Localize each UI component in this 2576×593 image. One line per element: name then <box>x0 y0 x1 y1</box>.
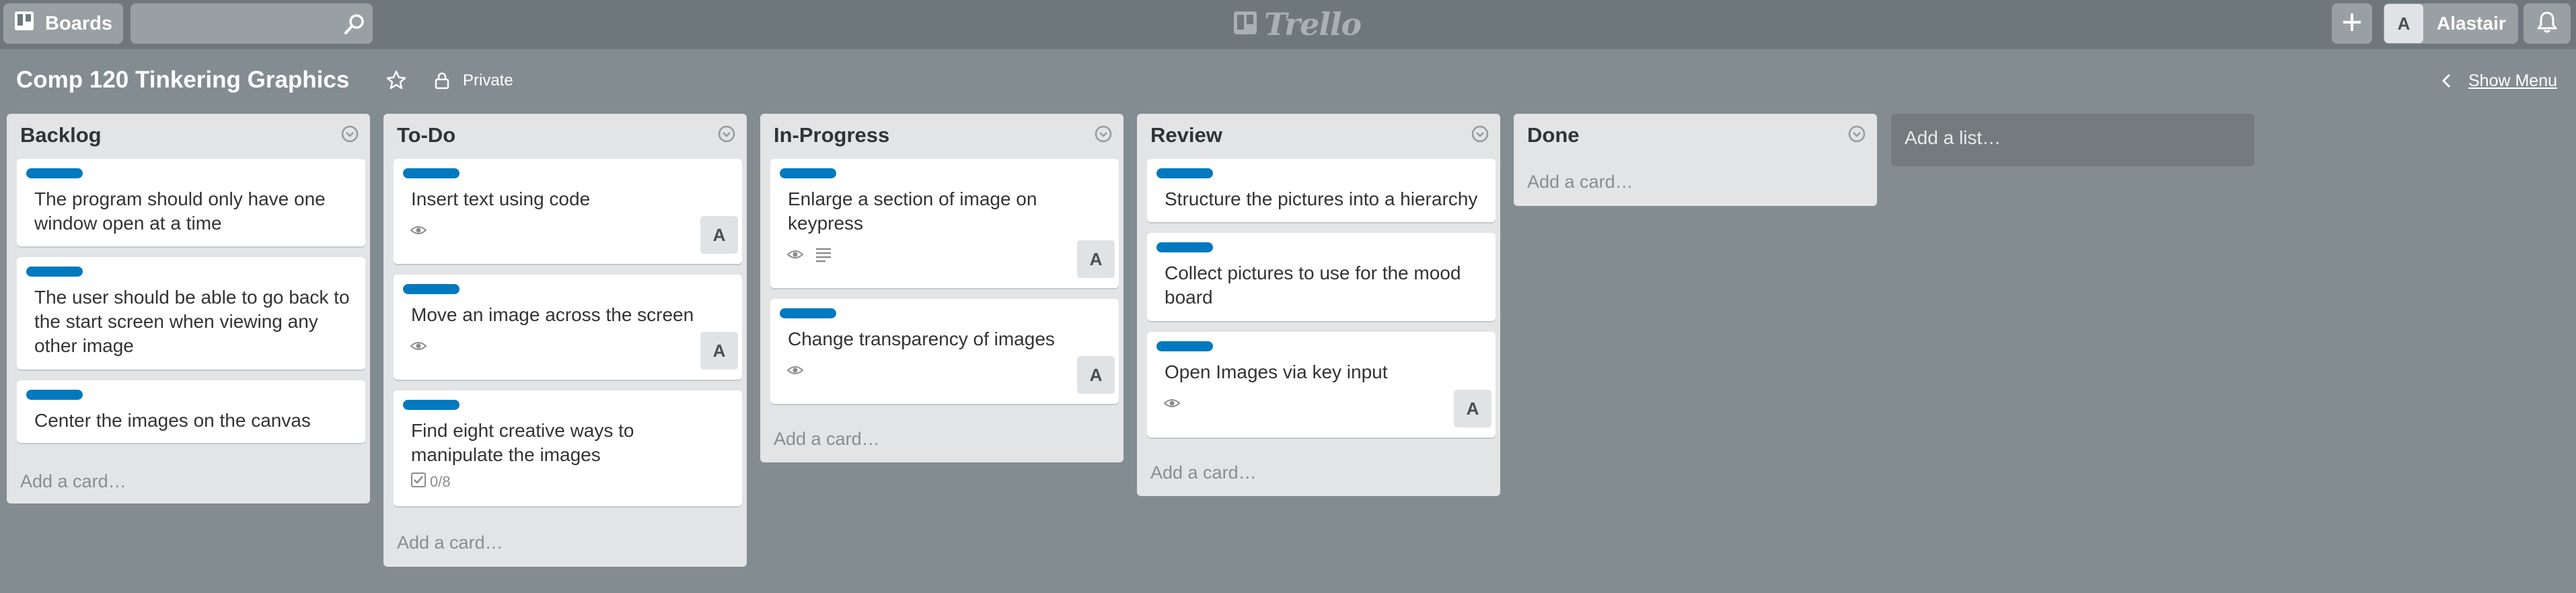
add-button[interactable] <box>2332 3 2372 44</box>
card-title: Insert text using code <box>411 188 591 209</box>
chevron-left-icon[interactable] <box>2440 72 2454 93</box>
card[interactable]: Structure the pictures into a hierarchy <box>1147 159 1496 222</box>
add-card-link[interactable]: Add a card… <box>397 532 503 553</box>
card-label <box>26 168 83 178</box>
search-box <box>131 3 373 44</box>
card[interactable]: Change transparency of images A <box>770 299 1119 404</box>
list-title[interactable]: Backlog <box>20 123 102 147</box>
list-menu-chevron-icon[interactable] <box>1847 125 1866 147</box>
add-list-button[interactable]: Add a list… <box>1891 114 2254 166</box>
card-label <box>403 284 459 294</box>
card[interactable]: Find eight creative ways to manipulate t… <box>394 390 742 506</box>
card[interactable]: Collect pictures to use for the mood boa… <box>1147 233 1496 321</box>
card[interactable]: Move an image across the screen A <box>394 275 742 380</box>
member-avatar[interactable]: A <box>700 332 738 370</box>
trello-logo-icon <box>1233 11 1257 38</box>
add-list-label: Add a list… <box>1905 127 2001 148</box>
user-menu-button[interactable]: A Alastair <box>2384 3 2518 44</box>
member-avatar[interactable]: A <box>700 216 738 254</box>
boards-icon <box>14 11 34 36</box>
list-title[interactable]: In-Progress <box>774 123 889 147</box>
card-label <box>780 308 836 318</box>
list-title[interactable]: Review <box>1150 123 1222 147</box>
show-menu-link[interactable]: Show Menu <box>2468 71 2557 91</box>
plus-icon <box>2341 11 2363 36</box>
member-avatar[interactable]: A <box>1077 240 1115 278</box>
boards-label: Boards <box>45 12 112 34</box>
checklist-icon <box>410 471 427 492</box>
card-title: Collect pictures to use for the mood boa… <box>1165 263 1461 308</box>
card-title: Find eight creative ways to manipulate t… <box>411 420 634 465</box>
card-label <box>26 390 83 400</box>
card-label <box>26 267 83 277</box>
list-title[interactable]: To-Do <box>397 123 455 147</box>
add-card-link[interactable]: Add a card… <box>1527 172 1633 193</box>
member-avatar[interactable]: A <box>1077 356 1115 394</box>
card-title: Open Images via key input <box>1165 361 1388 382</box>
card-title: Center the images on the canvas <box>34 410 311 431</box>
card[interactable]: Insert text using code A <box>394 159 742 264</box>
boards-button[interactable]: Boards <box>3 3 123 44</box>
card-title: Change transparency of images <box>788 328 1055 349</box>
card-label <box>1156 341 1213 351</box>
search-icon[interactable] <box>343 13 366 39</box>
card-title: The user should be able to go back to th… <box>34 287 350 356</box>
board-title[interactable]: Comp 120 Tinkering Graphics <box>16 67 349 94</box>
description-icon <box>815 246 832 266</box>
user-name: Alastair <box>2437 13 2506 34</box>
bell-icon <box>2536 11 2558 37</box>
card-title: Move an image across the screen <box>411 304 694 325</box>
card[interactable]: The program should only have one window … <box>17 159 365 246</box>
visibility-label[interactable]: Private <box>463 71 513 90</box>
list-title[interactable]: Done <box>1527 123 1580 147</box>
list-to-do: To-Do Insert text using code A Move an i… <box>383 114 747 567</box>
lock-icon[interactable] <box>434 72 450 93</box>
list-done: Done Add a card… <box>1514 114 1877 206</box>
avatar: A <box>2384 4 2423 43</box>
add-card-link[interactable]: Add a card… <box>774 429 880 450</box>
star-icon[interactable] <box>386 70 406 94</box>
list-review: Review Structure the pictures into a hie… <box>1137 114 1500 496</box>
card-title: Structure the pictures into a hierarchy <box>1165 188 1478 209</box>
eye-icon <box>410 224 427 240</box>
card[interactable]: Open Images via key input A <box>1147 332 1496 438</box>
list-menu-chevron-icon[interactable] <box>340 125 359 147</box>
checklist-count: 0/8 <box>430 473 451 490</box>
card-title: The program should only have one window … <box>34 188 326 234</box>
card-label <box>1156 242 1213 252</box>
checklist-badge: 0/8 <box>410 471 451 492</box>
list-menu-chevron-icon[interactable] <box>1471 125 1489 147</box>
add-card-link[interactable]: Add a card… <box>20 471 126 492</box>
add-card-link[interactable]: Add a card… <box>1150 462 1257 483</box>
card[interactable]: Center the images on the canvas <box>17 380 365 443</box>
card-label <box>403 168 459 178</box>
list-menu-chevron-icon[interactable] <box>1094 125 1113 147</box>
search-input[interactable] <box>131 3 354 44</box>
card-label <box>1156 168 1213 178</box>
logo-text: Trello <box>1264 6 1362 42</box>
member-avatar[interactable]: A <box>1454 390 1492 427</box>
eye-icon <box>410 340 427 355</box>
eye-icon <box>786 248 804 264</box>
list-in-progress: In-Progress Enlarge a section of image o… <box>760 114 1124 462</box>
trello-logo[interactable]: Trello <box>1233 6 1362 42</box>
card[interactable]: Enlarge a section of image on keypress A <box>770 159 1119 288</box>
app-header: Boards Trello A Alastair <box>0 0 2576 49</box>
card-title: Enlarge a section of image on keypress <box>788 188 1037 234</box>
card[interactable]: The user should be able to go back to th… <box>17 257 365 370</box>
eye-icon <box>786 364 804 380</box>
list-backlog: Backlog The program should only have one… <box>7 114 370 503</box>
notifications-button[interactable] <box>2524 3 2571 44</box>
card-label <box>780 168 836 178</box>
list-menu-chevron-icon[interactable] <box>717 125 736 147</box>
card-label <box>403 400 459 410</box>
eye-icon <box>1163 397 1181 413</box>
